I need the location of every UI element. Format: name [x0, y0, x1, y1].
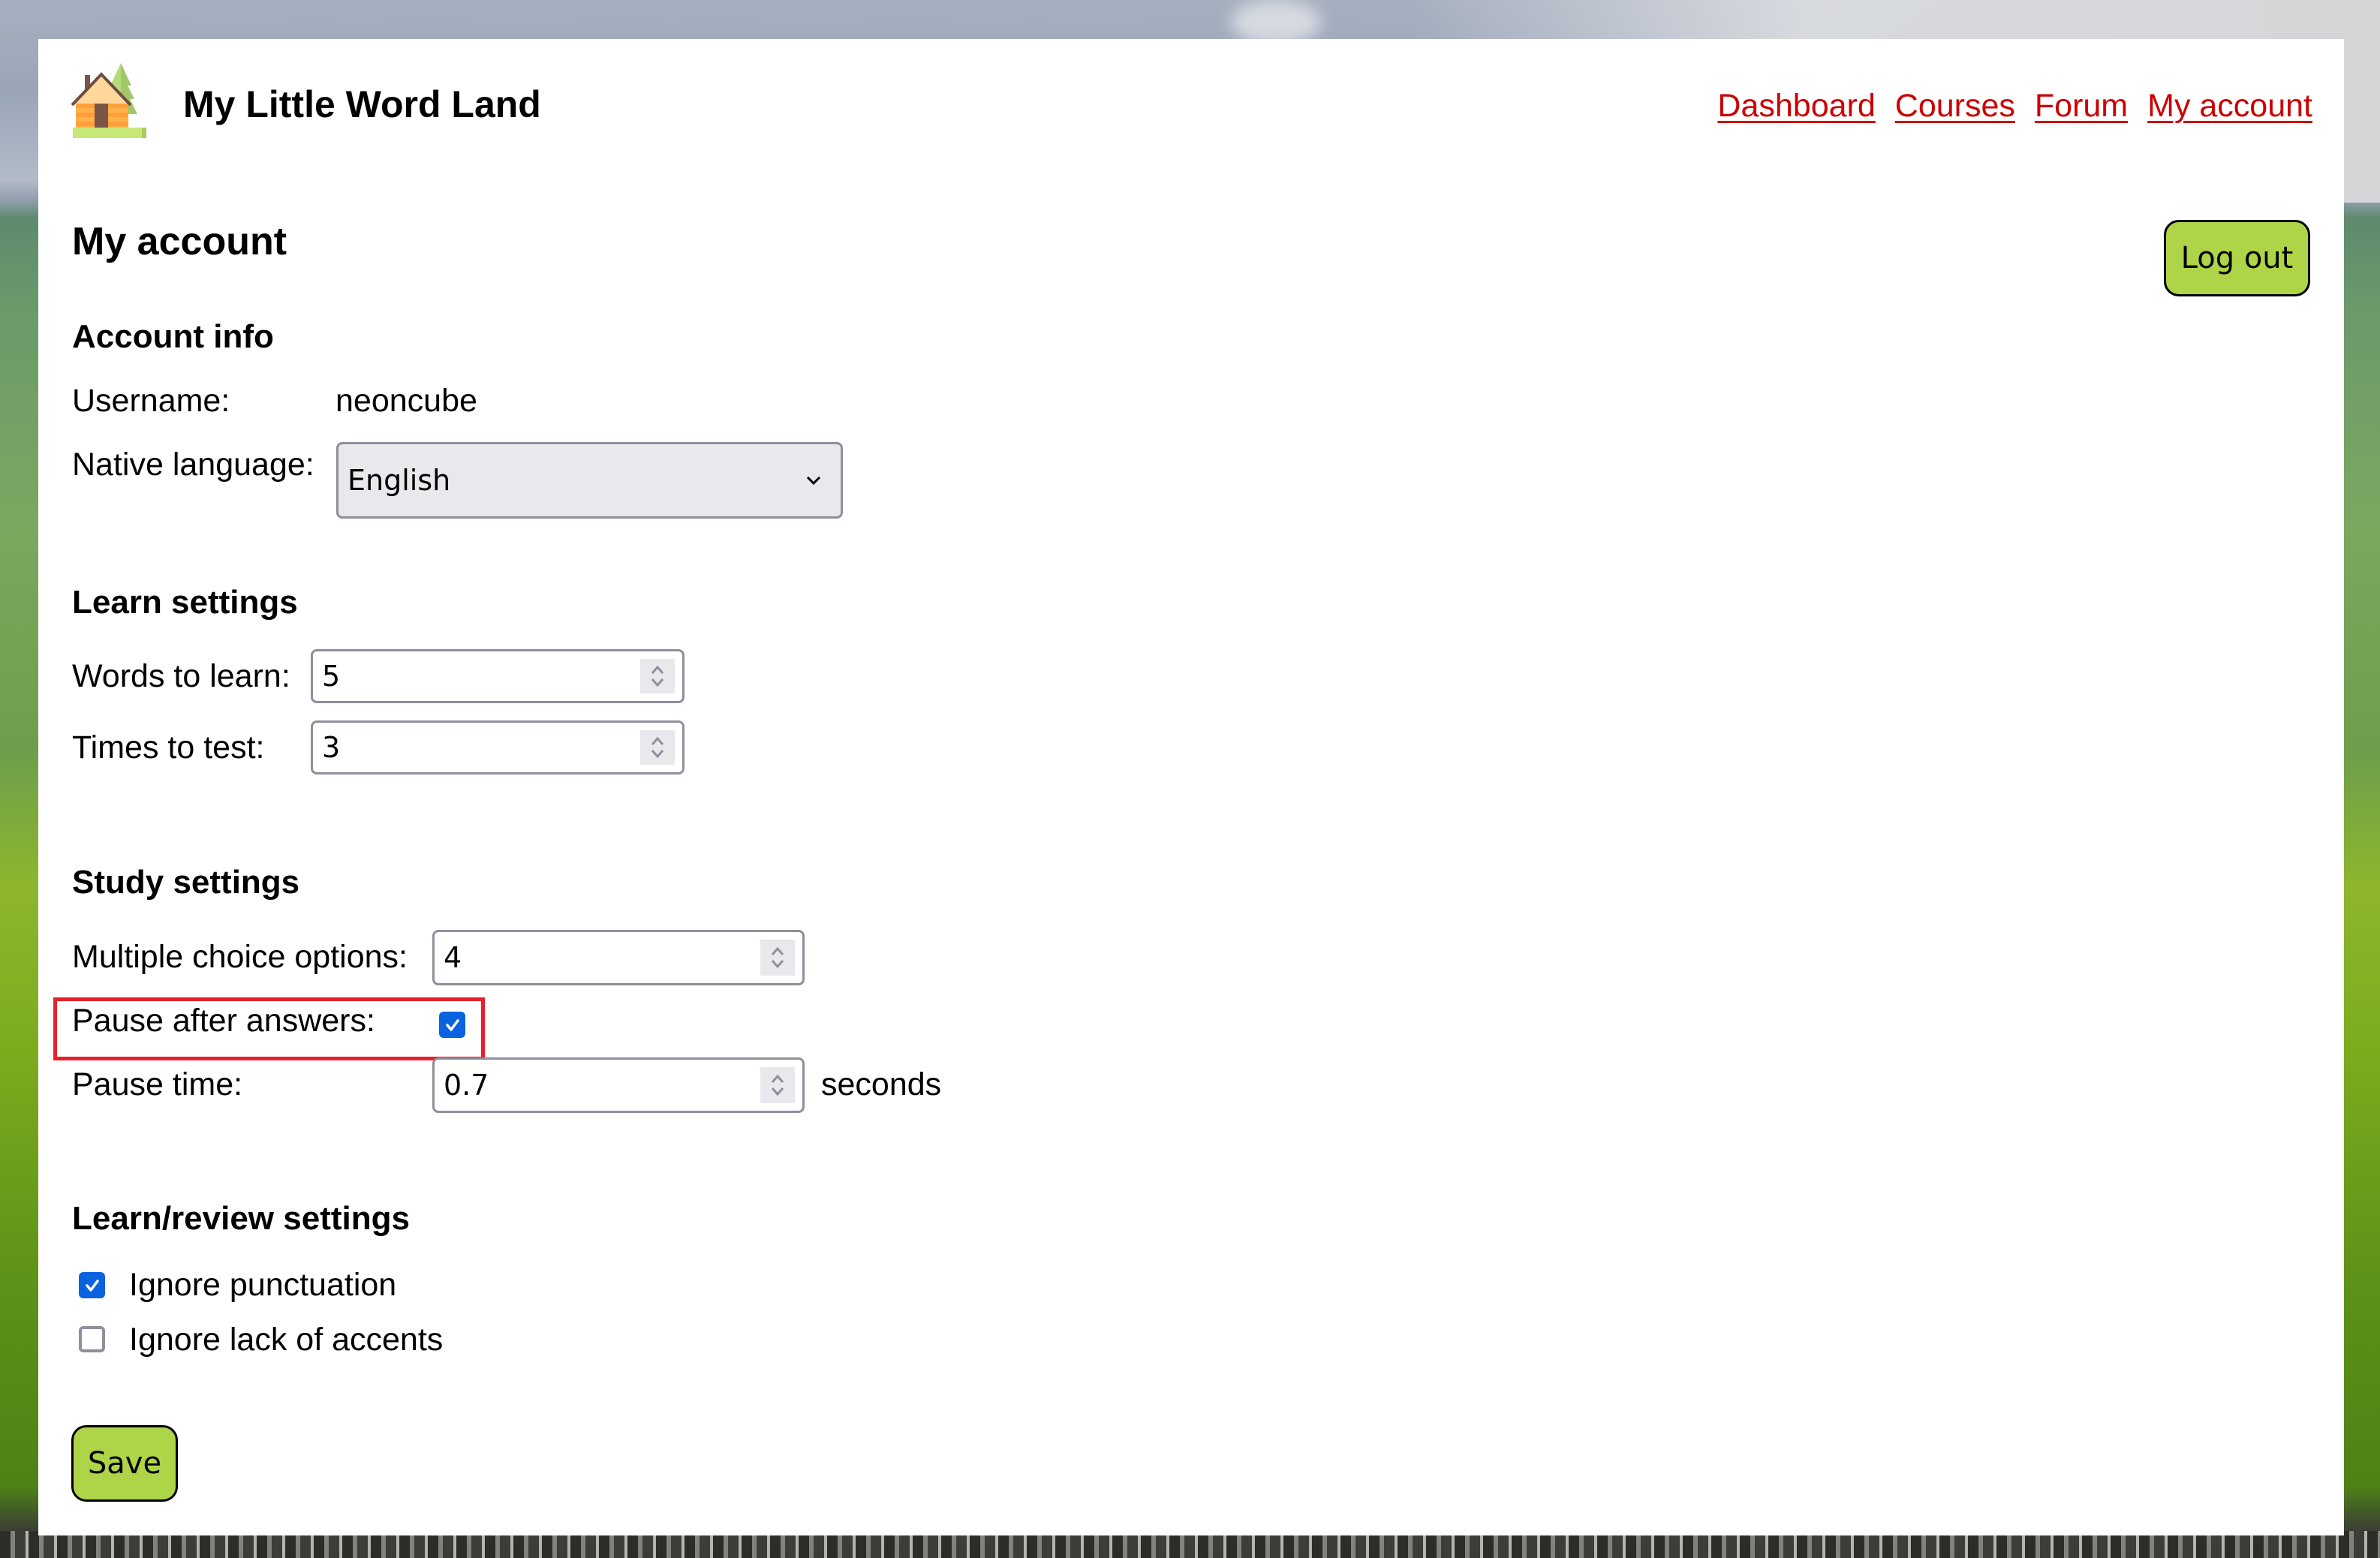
ignore-lack-of-accents-checkbox[interactable]: [79, 1326, 105, 1352]
nav-link-forum[interactable]: Forum: [2035, 81, 2128, 131]
times-to-test-input[interactable]: 3: [311, 720, 685, 774]
spin-down-icon[interactable]: [648, 747, 667, 761]
chevron-down-icon: [806, 476, 821, 486]
native-language-label: Native language:: [72, 447, 314, 483]
spin-up-icon[interactable]: [768, 1072, 787, 1085]
cabin-with-tree-icon[interactable]: [71, 63, 146, 138]
pause-after-answers-label: Pause after answers:: [72, 1003, 375, 1039]
spin-down-icon[interactable]: [768, 1085, 787, 1099]
logout-button[interactable]: Log out: [2164, 220, 2310, 296]
spin-up-icon[interactable]: [768, 944, 787, 958]
number-spinner[interactable]: [760, 1067, 795, 1103]
main-panel: [38, 39, 2344, 1535]
number-spinner[interactable]: [640, 659, 675, 693]
study-settings-heading: Study settings: [72, 864, 300, 901]
words-to-learn-value: 5: [322, 660, 341, 693]
pause-time-unit: seconds: [821, 1066, 942, 1102]
multiple-choice-value: 4: [444, 941, 462, 974]
nav-link-courses[interactable]: Courses: [1895, 81, 2015, 131]
times-to-test-value: 3: [322, 731, 341, 764]
words-to-learn-label: Words to learn:: [72, 658, 290, 694]
spin-up-icon[interactable]: [648, 663, 667, 676]
number-spinner[interactable]: [760, 940, 795, 976]
account-info-heading: Account info: [72, 318, 274, 355]
nav-link-dashboard[interactable]: Dashboard: [1717, 81, 1875, 131]
save-button[interactable]: Save: [71, 1425, 178, 1502]
pause-time-value: 0.7: [444, 1069, 489, 1102]
native-language-selected: English: [348, 464, 451, 497]
spin-down-icon[interactable]: [648, 676, 667, 690]
pause-time-label: Pause time:: [72, 1066, 243, 1102]
ignore-lack-of-accents-label[interactable]: Ignore lack of accents: [129, 1319, 443, 1361]
native-language-select[interactable]: English: [336, 442, 843, 519]
top-nav: Dashboard Courses Forum My account: [1717, 81, 2312, 131]
ignore-punctuation-checkbox[interactable]: [79, 1272, 105, 1298]
pause-time-input[interactable]: 0.7: [432, 1057, 805, 1113]
number-spinner[interactable]: [640, 730, 675, 765]
learn-review-settings-heading: Learn/review settings: [72, 1200, 410, 1237]
words-to-learn-input[interactable]: 5: [311, 649, 685, 703]
checkmark-icon: [85, 1279, 99, 1292]
background-cloud: [1231, 0, 1321, 45]
username-label: Username:: [72, 383, 230, 419]
multiple-choice-label: Multiple choice options:: [72, 939, 408, 975]
ignore-punctuation-label[interactable]: Ignore punctuation: [129, 1264, 396, 1306]
times-to-test-label: Times to test:: [72, 729, 265, 765]
pause-after-answers-checkbox[interactable]: [439, 1012, 465, 1038]
nav-link-my-account[interactable]: My account: [2147, 81, 2312, 131]
username-value: neoncube: [335, 383, 477, 419]
multiple-choice-input[interactable]: 4: [432, 930, 805, 985]
site-title: My Little Word Land: [183, 83, 541, 125]
learn-settings-heading: Learn settings: [72, 584, 298, 621]
spin-up-icon[interactable]: [648, 734, 667, 747]
checkmark-icon: [445, 1018, 459, 1031]
spin-down-icon[interactable]: [768, 958, 787, 971]
page-title: My account: [72, 220, 287, 263]
